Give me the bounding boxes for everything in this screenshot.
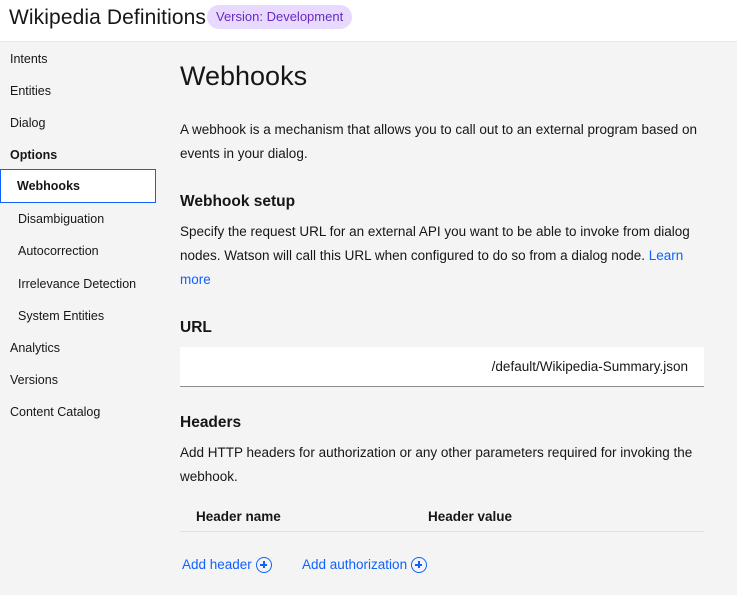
top-bar: Wikipedia Definitions Version: Developme… bbox=[0, 0, 737, 42]
add-circle-icon bbox=[255, 557, 272, 573]
intro-text: A webhook is a mechanism that allows you… bbox=[180, 122, 698, 161]
sidebar-item-label: Webhooks bbox=[17, 179, 80, 193]
sidebar-item-versions[interactable]: Versions bbox=[10, 372, 58, 388]
sidebar-item-dialog[interactable]: Dialog bbox=[10, 115, 45, 131]
sidebar-item-system-entities[interactable]: System Entities bbox=[18, 308, 104, 324]
sidebar-item-autocorrection[interactable]: Autocorrection bbox=[18, 243, 99, 259]
add-circle-icon bbox=[411, 557, 428, 573]
sidebar-item-entities[interactable]: Entities bbox=[10, 83, 51, 99]
sidebar-item-analytics[interactable]: Analytics bbox=[10, 340, 60, 356]
sidebar-item-disambiguation[interactable]: Disambiguation bbox=[18, 211, 104, 227]
version-tag[interactable]: Version: Development bbox=[207, 5, 353, 29]
url-input[interactable]: /default/Wikipedia-Summary.json bbox=[180, 347, 704, 387]
sidebar-item-irrelevance-detection[interactable]: Irrelevance Detection bbox=[18, 276, 136, 292]
add-header-label: Add header bbox=[182, 557, 252, 572]
header-value-column: Header value bbox=[428, 509, 513, 524]
webhook-setup-description: Specify the request URL for an external … bbox=[180, 220, 710, 292]
main-content: Webhooks A webhook is a mechanism that a… bbox=[162, 42, 737, 595]
sidebar-item-webhooks[interactable]: Webhooks bbox=[0, 169, 156, 203]
add-header-button[interactable]: Add header bbox=[182, 556, 272, 574]
page-title: Webhooks bbox=[180, 61, 308, 91]
setup-description-text: Specify the request URL for an external … bbox=[180, 224, 690, 263]
add-authorization-label: Add authorization bbox=[302, 557, 408, 572]
header-name-column: Header name bbox=[196, 509, 281, 524]
sidebar-item-options[interactable]: Options bbox=[10, 147, 57, 163]
webhook-setup-heading: Webhook setup bbox=[180, 193, 296, 210]
sidebar: Intents Entities Dialog Options Webhooks… bbox=[0, 42, 162, 595]
sidebar-item-content-catalog[interactable]: Content Catalog bbox=[10, 404, 100, 420]
headers-table-header: Header name Header value bbox=[180, 502, 704, 532]
headers-heading: Headers bbox=[180, 414, 242, 431]
url-heading: URL bbox=[180, 319, 212, 336]
sidebar-item-intents[interactable]: Intents bbox=[10, 51, 48, 67]
headers-description: Add HTTP headers for authorization or an… bbox=[180, 445, 693, 484]
app-title: Wikipedia Definitions bbox=[9, 6, 207, 29]
add-authorization-button[interactable]: Add authorization bbox=[302, 556, 428, 574]
